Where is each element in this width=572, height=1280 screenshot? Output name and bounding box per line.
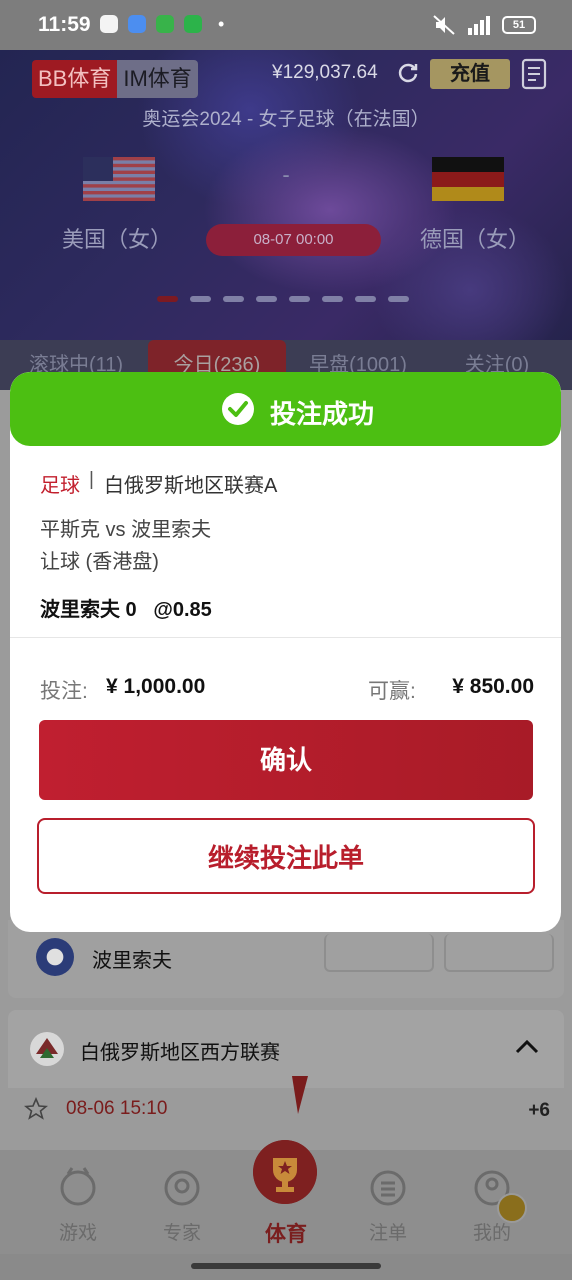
match-label: 平斯克 vs 波里索夫	[40, 519, 212, 541]
sports-trophy-icon[interactable]	[253, 1140, 317, 1204]
sport-label: 足球	[40, 475, 80, 497]
status-indicators: 51	[432, 14, 536, 36]
refresh-icon[interactable]	[396, 61, 420, 85]
more-markets-count[interactable]: +6	[528, 1100, 550, 1122]
away-team-name: 德国（女）	[420, 227, 531, 252]
bet-selection: 波里索夫 0 @0.85	[40, 599, 212, 621]
provider-tab-im[interactable]: IM体育	[117, 60, 198, 98]
match-time-badge: 08-07 00:00	[206, 224, 381, 256]
divider	[10, 637, 561, 638]
status-time: 11:59	[38, 13, 91, 36]
team-logo-icon	[36, 938, 74, 976]
pager-dot[interactable]	[355, 296, 376, 302]
signal-icon	[468, 16, 490, 35]
mute-icon	[433, 15, 455, 35]
provider-tabs: BB体育 IM体育	[32, 60, 198, 98]
pager-dot[interactable]	[388, 296, 409, 302]
flag-marker-icon	[292, 1076, 308, 1114]
team-name: 波里索夫	[92, 950, 172, 972]
expert-icon	[164, 1170, 200, 1206]
dialog-header: 投注成功	[10, 372, 561, 446]
status-more-dot: •	[218, 14, 225, 34]
provider-tab-bb[interactable]: BB体育	[32, 60, 118, 98]
stake-label: 投注:	[40, 680, 88, 703]
nav-experts[interactable]: 专家	[132, 1150, 232, 1254]
recharge-button[interactable]: 充值	[430, 59, 510, 89]
event-title: 奥运会2024 - 女子足球（在法国）	[142, 109, 430, 130]
check-circle-icon	[222, 393, 254, 425]
bet-record-icon[interactable]	[520, 58, 548, 90]
battery-icon: 51	[502, 16, 536, 34]
pager-dot[interactable]	[256, 296, 277, 302]
nav-profile[interactable]: 我的	[442, 1150, 542, 1254]
separator: |	[89, 469, 94, 490]
nav-bet-slips[interactable]: 注单	[338, 1150, 438, 1254]
pager-dot[interactable]	[157, 296, 178, 302]
notification-bell-icon[interactable]	[497, 1193, 527, 1223]
nav-games[interactable]: 游戏	[28, 1150, 128, 1254]
app-notification-icon	[156, 15, 174, 33]
wallet-balance: ¥129,037.64	[272, 62, 378, 83]
market-label: 让球 (香港盘)	[40, 551, 159, 573]
pager-dot[interactable]	[190, 296, 211, 302]
bet-slip-icon	[370, 1170, 406, 1206]
nav-label: 游戏	[58, 1223, 97, 1244]
confirm-button[interactable]: 确认	[39, 720, 533, 800]
league-label: 白俄罗斯地区联赛A	[104, 475, 278, 497]
message-notification-icon	[184, 15, 202, 33]
germany-flag-icon	[432, 157, 504, 201]
star-icon[interactable]	[24, 1097, 48, 1121]
app-notification-icon	[128, 15, 146, 33]
continue-betting-button[interactable]: 继续投注此单	[37, 818, 535, 894]
nav-label: 专家	[162, 1223, 201, 1244]
stake-value: ¥ 1,000.00	[106, 675, 206, 698]
nav-label: 注单	[368, 1223, 407, 1244]
odds-button[interactable]	[444, 934, 554, 972]
match-start-time: 08-06 15:10	[66, 1098, 168, 1119]
app-notification-icon	[100, 15, 118, 33]
status-bar: 11:59 • 51	[0, 0, 572, 50]
home-indicator[interactable]	[191, 1263, 381, 1269]
match-banner[interactable]: BB体育 IM体育 ¥129,037.64 充值 奥运会2024 - 女子足球（…	[0, 50, 572, 340]
chevron-up-icon[interactable]	[514, 1036, 540, 1056]
pager-dot[interactable]	[223, 296, 244, 302]
odds-button[interactable]	[324, 934, 434, 972]
league-logo-icon	[30, 1032, 64, 1066]
game-icon	[60, 1167, 96, 1206]
potential-win-value: ¥ 850.00	[452, 675, 534, 698]
banner-pager	[157, 296, 409, 302]
pager-dot[interactable]	[289, 296, 310, 302]
nav-label: 体育	[265, 1223, 307, 1246]
match-row[interactable]: 08-06 15:10 +6	[8, 1088, 564, 1130]
home-team-name: 美国（女）	[62, 227, 173, 252]
dialog-title: 投注成功	[270, 399, 375, 429]
pager-dot[interactable]	[322, 296, 343, 302]
league-section: 白俄罗斯地区西方联赛 08-06 15:10 +6	[8, 1010, 564, 1130]
nav-label: 我的	[472, 1223, 511, 1244]
bet-success-dialog: 投注成功 足球 | 白俄罗斯地区联赛A 平斯克 vs 波里索夫 让球 (香港盘)…	[10, 372, 561, 932]
potential-win-label: 可赢:	[368, 680, 416, 703]
league-name: 白俄罗斯地区西方联赛	[80, 1042, 280, 1064]
